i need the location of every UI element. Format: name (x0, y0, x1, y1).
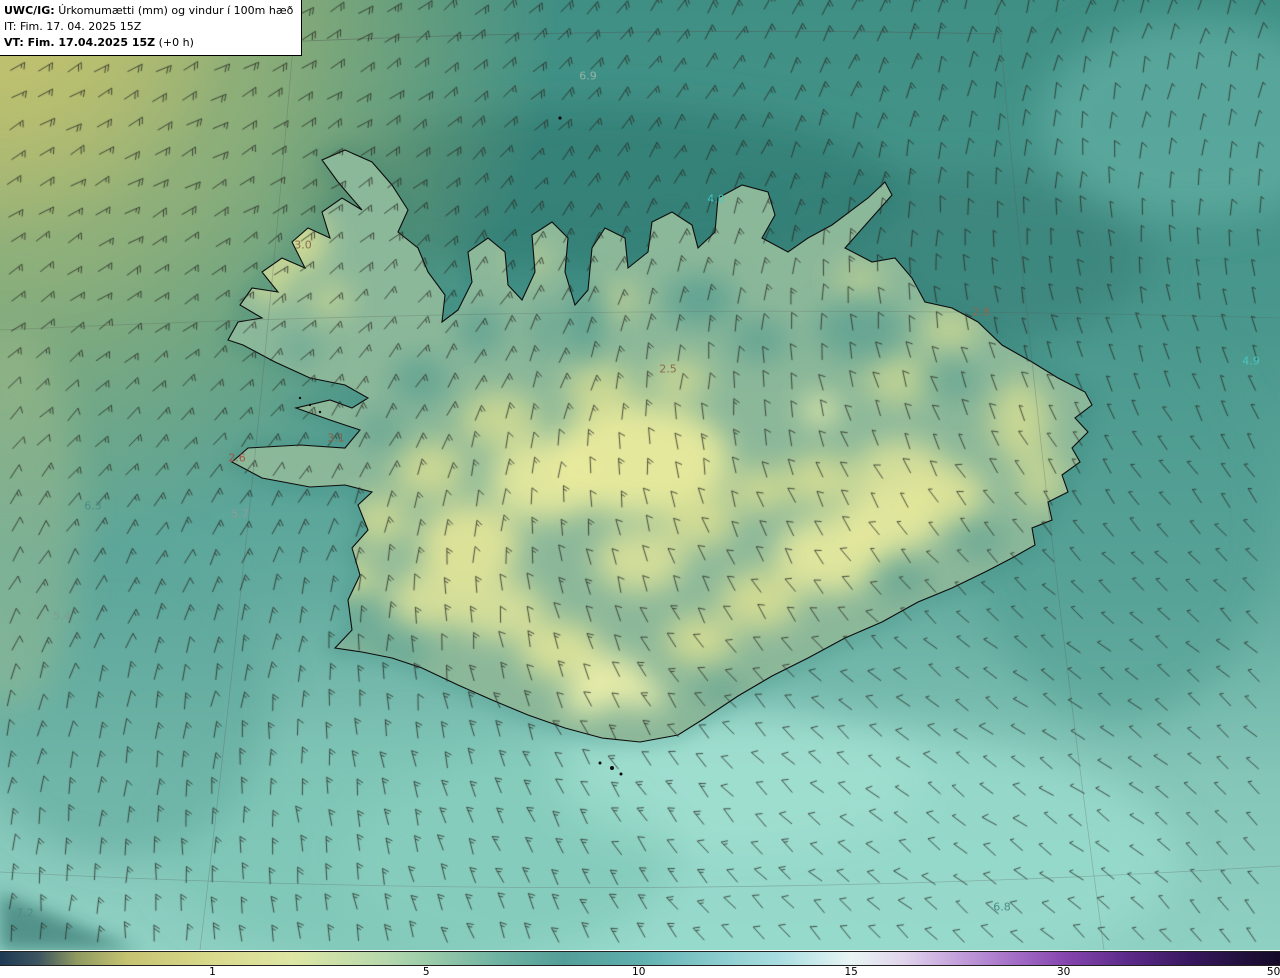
weather-chart: 6.9 4.0 3.0 2.8 4.9 2.5 3.1 2.6 6.3 5.7 5.4 7.2 6.8 … (0, 0, 1280, 978)
map-title: Úrkomumætti (mm) og vindur í 100m hæð (58, 4, 294, 17)
title-line: UWC/IG: Úrkomumætti (mm) og vindur í 100… (4, 3, 293, 19)
colorbar-tick: 15 (844, 966, 858, 978)
colorbar-tick: 30 (1056, 966, 1071, 978)
valid-time: VT: Fim. 17.04.2025 15Z (+0 h) (4, 35, 194, 49)
colorbar-gradient (0, 951, 1280, 966)
product-code: UWC/IG: (4, 4, 55, 17)
colorbar-tick: 1 (209, 966, 216, 978)
colorbar-tick: 50 (1266, 966, 1280, 978)
colorbar-tick: 10 (632, 966, 646, 978)
title-box: UWC/IG: Úrkomumætti (mm) og vindur í 100… (0, 0, 303, 56)
init-time: IT: Fim. 17. 04. 2025 15Z (4, 19, 142, 33)
colorbar-tick: 5 (422, 966, 430, 978)
wind-barbs-layer (0, 0, 1280, 950)
colorbar-tick-row: 1 5 10 15 30 50 (0, 966, 1280, 978)
map-area: 6.9 4.0 3.0 2.8 4.9 2.5 3.1 2.6 6.3 5.7 5.4 7.2 6.8 … (0, 0, 1280, 950)
colorbar: 1 5 10 15 30 50 (0, 950, 1280, 978)
